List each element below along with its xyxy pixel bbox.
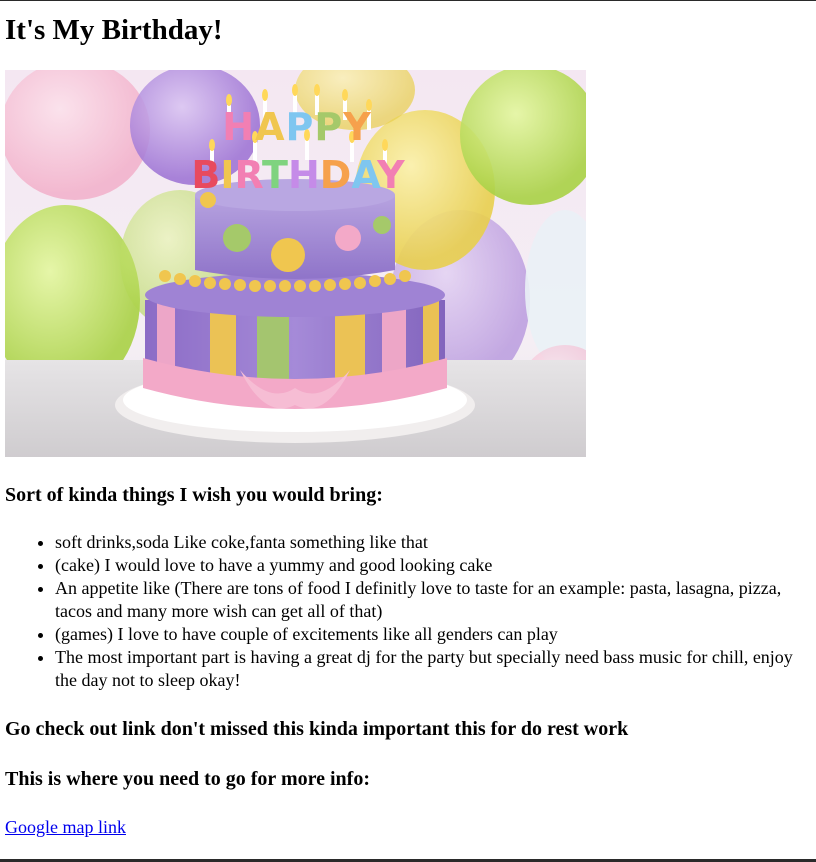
more-info-heading: This is where you need to go for more in…	[5, 768, 370, 790]
google-map-link[interactable]: Google map link	[5, 816, 126, 839]
page-content: It's My Birthday! HAPPY BIRTHDAY Sort of…	[0, 13, 816, 839]
wish-list: soft drinks,soda Like coke,fanta somethi…	[5, 531, 811, 692]
page-title: It's My Birthday!	[5, 14, 223, 46]
birthday-cake-image: HAPPY BIRTHDAY	[5, 70, 586, 457]
check-link-heading: Go check out link don't missed this kind…	[5, 718, 629, 740]
bring-heading: Sort of kinda things I wish you would br…	[5, 484, 383, 506]
list-item: The most important part is having a grea…	[55, 646, 811, 692]
list-item: (cake) I would love to have a yummy and …	[55, 554, 811, 577]
svg-text:HAPPY: HAPPY	[222, 105, 371, 149]
list-item: (games) I love to have couple of excitem…	[55, 623, 811, 646]
svg-text:BIRTHDAY: BIRTHDAY	[191, 153, 405, 197]
list-item: soft drinks,soda Like coke,fanta somethi…	[55, 531, 811, 554]
list-item: An appetite like (There are tons of food…	[55, 577, 811, 623]
